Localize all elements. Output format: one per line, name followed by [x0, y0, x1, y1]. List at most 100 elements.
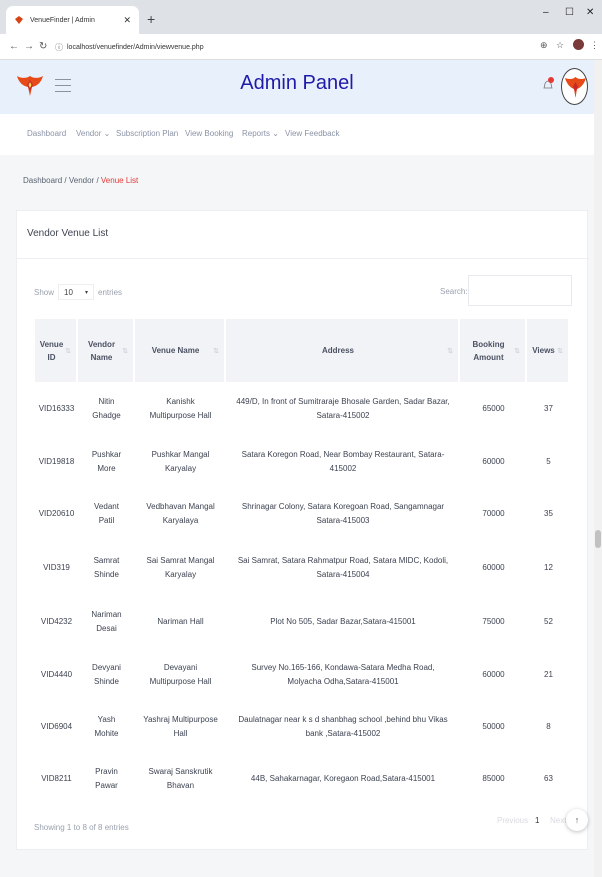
card-header: Vendor Venue List [17, 211, 589, 259]
table-row: VID6904 Yash Mohite Yashraj Multipurpose H… [35, 701, 570, 753]
cell-booking-amount: 85000 [482, 773, 505, 783]
page-scrollbar[interactable] [594, 60, 602, 877]
entries-select[interactable]: 10 ▾ [58, 284, 95, 300]
table-info: Showing 1 to 8 of 8 entries [34, 823, 129, 832]
cell-address: Sai Samrat, Satara Rahmatpur Road, Satar… [237, 556, 449, 579]
column-header-vendor-name[interactable]: Vendor Name ⇅ [78, 319, 135, 382]
page-1-button[interactable]: 1 [535, 816, 539, 825]
cell-venue-id: VID6904 [40, 722, 73, 731]
maximize-icon[interactable]: ☐ [565, 7, 574, 18]
arrow-up-icon: ↑ [574, 815, 580, 825]
column-header-booking-amount[interactable]: Booking Amount ⇅ [460, 319, 527, 382]
search-input[interactable] [468, 275, 572, 306]
table-row: VID8211 Pravin Pawar Swaraj Sanskrutik Bha… [35, 753, 570, 804]
scroll-top-button[interactable]: ↑ [566, 809, 588, 831]
sort-icon: ⇅ [122, 348, 128, 355]
table-row: VID19818 Pushkar More Pushkar Mangal Karya… [35, 436, 570, 487]
sort-icon: ⇅ [213, 348, 219, 355]
cell-venue-name: Kanishk Multipurpose Hall [149, 397, 212, 420]
next-button[interactable]: Next [550, 816, 566, 825]
caret-down-icon: ▾ [85, 289, 89, 296]
address-bar: ← → ↻ ⓘ localhost/venuefinder/Admin/view… [0, 34, 602, 60]
cell-venue-id: VID16333 [38, 404, 75, 413]
breadcrumb-separator: / [96, 176, 99, 185]
cell-vendor-name: Nitin Ghadge [92, 397, 121, 420]
cell-views: 5 [546, 456, 551, 466]
column-header-venue-id[interactable]: Venue ID ⇅ [35, 319, 78, 382]
cell-booking-amount: 65000 [482, 404, 505, 413]
cell-views: 37 [544, 404, 553, 413]
cell-vendor-name: Pushkar More [91, 449, 122, 473]
new-tab-icon[interactable]: + [147, 11, 155, 27]
scrollbar-thumb[interactable] [595, 530, 601, 548]
menu-vendor[interactable]: Vendor ⌄ [76, 129, 110, 138]
bell-icon[interactable] [541, 76, 555, 92]
cell-views: 63 [544, 773, 553, 783]
cell-views: 52 [544, 617, 553, 626]
menu-reports-label: Reports [242, 129, 271, 138]
cell-venue-id: VID20610 [38, 508, 75, 518]
cell-venue-id: VID19818 [38, 456, 75, 466]
column-header-label: Address [321, 346, 354, 355]
breadcrumb: Dashboard / Vendor / Venue List [23, 176, 138, 185]
zoom-icon[interactable]: ⊕ [540, 40, 548, 51]
column-header-address[interactable]: Address ⇅ [226, 319, 460, 382]
browser-tab[interactable]: VenueFinder | Admin ✕ [6, 6, 139, 34]
card-title: Vendor Venue List [27, 228, 109, 239]
entries-label: entries [98, 287, 123, 297]
cell-vendor-name: Samrat Shinde [93, 556, 120, 579]
menu-view-booking[interactable]: View Booking [185, 129, 233, 138]
menu-view-feedback[interactable]: View Feedback [285, 129, 340, 138]
bookmark-star-icon[interactable]: ☆ [556, 40, 564, 51]
tab-close-icon[interactable]: ✕ [123, 15, 131, 26]
table-row: VID20610 Vedant Patil Vedbhavan Mangal Kar… [35, 487, 570, 540]
table-row: VID4440 Devyani Shinde Devayani Multipurpo… [35, 648, 570, 701]
entries-length-control: Show 10 ▾ entries [34, 284, 122, 300]
admin-avatar[interactable] [561, 68, 588, 105]
reload-icon[interactable]: ↻ [39, 41, 47, 52]
breadcrumb-current: Venue List [100, 176, 139, 185]
cell-venue-name: Pushkar Mangal Karyalay [151, 449, 210, 473]
profile-avatar[interactable] [573, 39, 584, 50]
table-row: VID16333 Nitin Ghadge Kanishk Multipurpose… [35, 382, 570, 436]
cell-venue-name: Devayani Multipurpose Hall [149, 662, 212, 686]
menu-subscription-plan[interactable]: Subscription Plan [116, 129, 178, 138]
cell-views: 12 [544, 563, 553, 572]
tab-title: VenueFinder | Admin [30, 16, 95, 24]
window-close-icon[interactable]: ✕ [586, 7, 594, 18]
cell-address: Survey No.165-166, Kondawa-Satara Medha … [251, 662, 435, 686]
breadcrumb-dashboard[interactable]: Dashboard [23, 176, 62, 185]
cell-address: 449/D, In front of Sumitraraje Bhosale G… [236, 397, 450, 420]
previous-button[interactable]: Previous [497, 816, 528, 825]
column-header-venue-name[interactable]: Venue Name ⇅ [135, 319, 226, 382]
cell-vendor-name: Pravin Pawar [95, 766, 118, 790]
menu-reports[interactable]: Reports ⌄ [242, 129, 279, 138]
cell-booking-amount: 50000 [482, 722, 505, 731]
column-header-views[interactable]: Views ⇅ [527, 319, 570, 382]
back-icon[interactable]: ← [9, 41, 19, 52]
table-header: Venue ID ⇅ Vendor Name ⇅ Venue Name ⇅ Address ⇅… [35, 319, 570, 382]
sort-icon: ⇅ [557, 348, 563, 355]
cell-vendor-name: Nariman Desai [91, 610, 122, 633]
cell-vendor-name: Yash Mohite [94, 715, 119, 738]
cell-address: Daulatnagar near k s d shanbhag school ,… [238, 715, 448, 738]
cell-booking-amount: 70000 [482, 508, 505, 518]
cell-address: Satara Koregon Road, Near Bombay Restaur… [241, 449, 445, 473]
chevron-down-icon: ⌄ [103, 129, 111, 138]
cell-booking-amount: 75000 [482, 617, 505, 626]
table-row: VID319 Samrat Shinde Sai Samrat Mangal Kar… [35, 540, 570, 596]
url-field[interactable]: ⓘ localhost/venuefinder/Admin/viewvenue.… [55, 40, 555, 55]
minimize-icon[interactable]: – [543, 7, 549, 18]
cell-vendor-name: Devyani Shinde [92, 662, 121, 686]
cell-booking-amount: 60000 [482, 456, 505, 466]
cell-address: Plot No 505, Sadar Bazar,Satara-415001 [270, 617, 416, 626]
cell-vendor-name: Vedant Patil [94, 501, 119, 525]
breadcrumb-vendor[interactable]: Vendor [69, 176, 94, 185]
info-icon[interactable]: ⓘ [55, 42, 63, 53]
menu-dashboard[interactable]: Dashboard [27, 129, 66, 138]
browser-menu-icon[interactable]: ⋮ [590, 40, 599, 51]
cell-venue-name: Nariman Hall [157, 617, 204, 626]
menu-vendor-label: Vendor [76, 129, 102, 138]
forward-icon[interactable]: → [24, 41, 34, 52]
browser-tabstrip: VenueFinder | Admin ✕ + – ☐ ✕ [0, 0, 602, 34]
